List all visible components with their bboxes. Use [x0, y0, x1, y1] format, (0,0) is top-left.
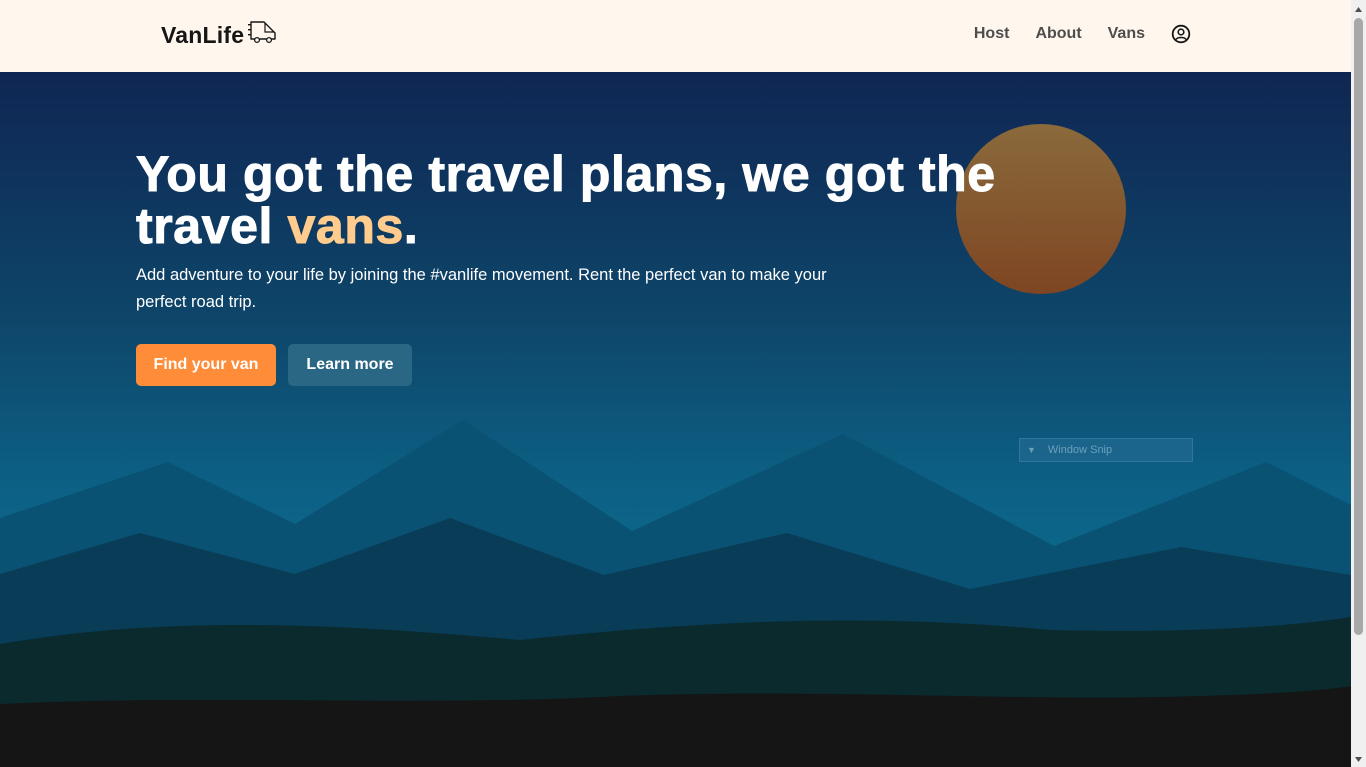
find-your-van-button[interactable]: Find your van	[136, 344, 276, 386]
window-snip-overlay[interactable]: ▼ Window Snip	[1019, 438, 1193, 462]
nav-link-about[interactable]: About	[1035, 25, 1081, 43]
logo-link[interactable]: VanLife	[161, 20, 278, 51]
vertical-scrollbar[interactable]	[1351, 0, 1366, 767]
window-snip-label: Window Snip	[1047, 444, 1113, 456]
headline-text: You got the travel plans, we got the tra…	[136, 146, 996, 254]
scroll-down-icon[interactable]	[1354, 752, 1363, 764]
user-circle-icon[interactable]	[1171, 24, 1191, 44]
scrollbar-thumb[interactable]	[1354, 18, 1363, 635]
hero-subtext: Add adventure to your life by joining th…	[136, 266, 827, 311]
main-nav: Host About Vans	[948, 24, 1191, 44]
hero-headline: You got the travel plans, we got the tra…	[136, 146, 1136, 254]
scroll-up-icon[interactable]	[1354, 3, 1363, 15]
nav-link-vans[interactable]: Vans	[1108, 25, 1145, 43]
headline-period: .	[403, 198, 419, 254]
logo-text: VanLife	[161, 22, 245, 48]
dropdown-arrow-icon: ▼	[1027, 445, 1036, 455]
headline-accent: vans	[287, 198, 404, 254]
nav-link-host[interactable]: Host	[974, 25, 1010, 43]
learn-more-button[interactable]: Learn more	[288, 344, 412, 386]
hero-section: You got the travel plans, we got the tra…	[0, 72, 1351, 767]
site-header: VanLife Host About Vans	[0, 0, 1351, 72]
van-icon	[248, 18, 278, 51]
